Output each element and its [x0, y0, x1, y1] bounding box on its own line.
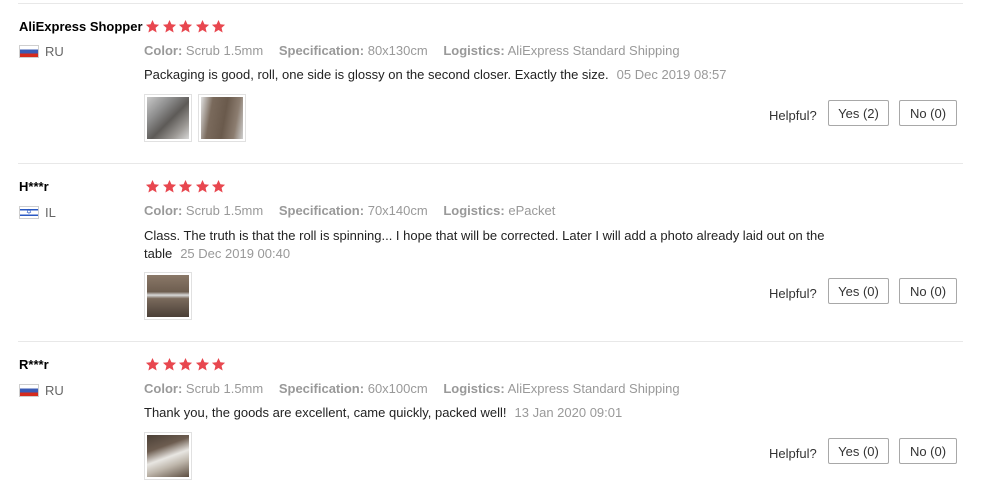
review-photos [144, 432, 198, 480]
helpful-yes-button[interactable]: Yes (2) [828, 100, 889, 126]
review-date: 25 Dec 2019 00:40 [180, 246, 291, 261]
logistics-value: AliExpress Standard Shipping [507, 43, 680, 58]
star-icon [178, 357, 193, 372]
review-text: Thank you, the goods are excellent, came… [144, 405, 507, 420]
reviewer-name: H***r [19, 179, 49, 194]
helpful-no-button[interactable]: No (0) [899, 438, 957, 464]
star-icon [211, 357, 226, 372]
helpful-yes-button[interactable]: Yes (0) [828, 438, 889, 464]
specification-label: Specification: [278, 381, 365, 396]
star-icon [195, 179, 210, 194]
flag-il-icon [19, 206, 39, 219]
specification-label: Specification: [278, 43, 365, 58]
photo-icon [201, 97, 243, 139]
star-icon [178, 19, 193, 34]
star-icon [211, 179, 226, 194]
reviewer-name: AliExpress Shopper [19, 19, 143, 34]
star-icon [145, 357, 160, 372]
star-icon [162, 357, 177, 372]
color-value: Scrub 1.5mm [185, 381, 264, 396]
star-icon [211, 19, 226, 34]
star-icon [162, 179, 177, 194]
logistics-value: AliExpress Standard Shipping [507, 381, 680, 396]
reviewer-country: RU [19, 44, 64, 59]
star-icon [195, 19, 210, 34]
specification-label: Specification: [278, 203, 365, 218]
specification-value: 60x100cm [367, 381, 428, 396]
review-photo-thumbnail[interactable] [144, 94, 192, 142]
review-item: H***r IL Color: Scrub 1.5mm Specificatio… [0, 164, 983, 342]
photo-icon [147, 435, 189, 477]
star-rating [145, 179, 228, 194]
product-attributes: Color: Scrub 1.5mm Specification: 80x130… [144, 43, 692, 58]
review-photos [144, 94, 252, 142]
color-label: Color: [144, 43, 183, 58]
country-code: IL [45, 205, 56, 220]
review-date: 05 Dec 2019 08:57 [616, 67, 727, 82]
product-attributes: Color: Scrub 1.5mm Specification: 60x100… [144, 381, 692, 396]
review-item: AliExpress Shopper RU Color: Scrub 1.5mm… [0, 0, 983, 164]
helpful-no-button[interactable]: No (0) [899, 278, 957, 304]
logistics-label: Logistics: [443, 203, 505, 218]
country-code: RU [45, 44, 64, 59]
review-text: Packaging is good, roll, one side is glo… [144, 67, 609, 82]
specification-value: 70x140cm [367, 203, 428, 218]
reviewer-name: R***r [19, 357, 49, 372]
color-value: Scrub 1.5mm [185, 43, 264, 58]
photo-icon [147, 97, 189, 139]
product-attributes: Color: Scrub 1.5mm Specification: 70x140… [144, 203, 567, 218]
helpful-no-button[interactable]: No (0) [899, 100, 957, 126]
reviewer-country: RU [19, 383, 64, 398]
review-item: R***r RU Color: Scrub 1.5mm Specificatio… [0, 342, 983, 500]
country-code: RU [45, 383, 64, 398]
flag-ru-icon [19, 384, 39, 397]
star-rating [145, 357, 228, 372]
review-photos [144, 272, 198, 320]
helpful-label: Helpful? [769, 446, 817, 461]
helpful-label: Helpful? [769, 286, 817, 301]
star-icon [162, 19, 177, 34]
star-icon [195, 357, 210, 372]
helpful-label: Helpful? [769, 108, 817, 123]
review-text-block: Thank you, the goods are excellent, came… [144, 404, 869, 422]
star-rating [145, 19, 228, 34]
color-value: Scrub 1.5mm [185, 203, 264, 218]
color-label: Color: [144, 203, 183, 218]
flag-ru-icon [19, 45, 39, 58]
specification-value: 80x130cm [367, 43, 428, 58]
star-icon [145, 19, 160, 34]
review-photo-thumbnail[interactable] [144, 272, 192, 320]
color-label: Color: [144, 381, 183, 396]
photo-icon [147, 275, 189, 317]
review-date: 13 Jan 2020 09:01 [514, 405, 623, 420]
review-photo-thumbnail[interactable] [198, 94, 246, 142]
logistics-label: Logistics: [443, 43, 505, 58]
review-text-block: Packaging is good, roll, one side is glo… [144, 66, 869, 84]
helpful-yes-button[interactable]: Yes (0) [828, 278, 889, 304]
logistics-label: Logistics: [443, 381, 505, 396]
reviewer-country: IL [19, 205, 56, 220]
review-text-block: Class. The truth is that the roll is spi… [144, 227, 869, 263]
review-photo-thumbnail[interactable] [144, 432, 192, 480]
star-icon [145, 179, 160, 194]
star-icon [178, 179, 193, 194]
logistics-value: ePacket [508, 203, 556, 218]
